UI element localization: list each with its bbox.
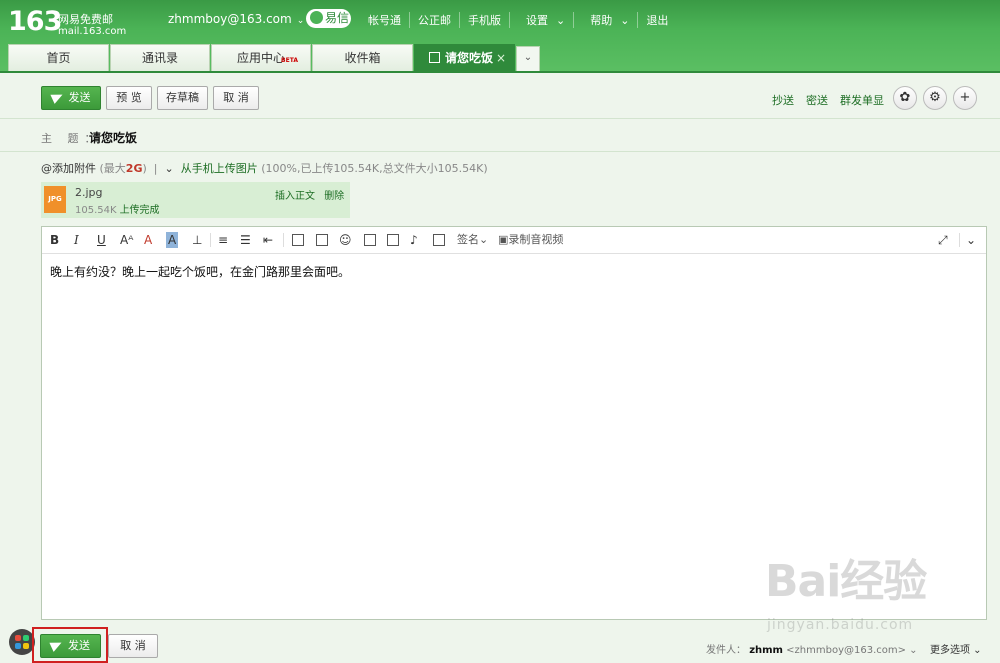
phone-upload-link[interactable]: 从手机上传图片 (181, 162, 258, 175)
insert-inline-link[interactable]: 插入正文 (275, 191, 315, 202)
preview-button[interactable]: 预 览 (106, 86, 152, 110)
sender-selector[interactable]: 发件人： zhmm <zhmmboy@163.com> ⌄ (706, 641, 918, 656)
underline-icon[interactable]: U (97, 232, 106, 248)
tab-app-center[interactable]: 应用中心 BETA (211, 44, 311, 71)
cancel-button[interactable]: 取 消 (213, 86, 259, 110)
file-name: 2.jpg (75, 186, 103, 199)
link-logout[interactable]: 退出 (637, 12, 676, 28)
send-button[interactable]: 发送 (41, 86, 101, 110)
upload-status: (100%,已上传105.54K,总文件大小105.54K) (261, 162, 488, 175)
main-tabs: 首页 通讯录 应用中心 BETA 收件箱 请您吃饭 × ⌄ (8, 44, 540, 72)
save-draft-button[interactable]: 存草稿 (157, 86, 208, 110)
yixin-label: 易信 (325, 11, 350, 25)
align-icon[interactable]: ≡ (218, 232, 228, 248)
tab-compose-active[interactable]: 请您吃饭 × (414, 44, 515, 71)
upload-complete-label: 上传完成 (119, 205, 160, 216)
signature-dropdown[interactable]: 签名⌄ (457, 232, 488, 248)
jpg-file-icon: JPG (44, 186, 66, 213)
divider: | (150, 162, 161, 175)
font-size-icon[interactable]: Aᴬ (120, 232, 133, 248)
calendar-icon[interactable] (387, 234, 399, 246)
add-contact-icon[interactable]: + (953, 86, 977, 110)
file-actions: 插入正文 删除 (275, 187, 350, 202)
editor-toolbar: B I U Aᴬ A A ⊥ ≡ ☰ ⇤ ☺ ♪ 签名⌄ ▣录制音视频 ⤢ ⌄ (42, 227, 986, 254)
logo-domain: mail.163.com (58, 26, 127, 37)
add-attachment-link[interactable]: 添加附件 (52, 162, 96, 175)
header-links: 帐号通 公正邮 手机版 设置 ⌄ 帮助 ⌄ 退出 (360, 12, 676, 28)
delete-attachment-link[interactable]: 删除 (324, 191, 344, 202)
link-notary-mail[interactable]: 公正邮 (409, 12, 459, 28)
toolbar-divider (0, 118, 1000, 119)
microphone-icon[interactable]: ♪ (410, 232, 418, 248)
flower-app-icon[interactable]: ✿ (893, 86, 917, 110)
group-send-link[interactable]: 群发单显 (840, 92, 884, 108)
toolbar-separator (959, 233, 960, 247)
editor-body[interactable]: 晚上有约没？晚上一起吃个饭吧，在金门路那里会面吧。 (42, 254, 986, 289)
header-divider (0, 71, 1000, 73)
chevron-down-icon[interactable]: ⌄ (164, 162, 173, 175)
link-settings[interactable]: 设置 ⌄ (509, 12, 573, 28)
chevron-down-icon: ⌄ (296, 16, 305, 26)
bottom-send-button[interactable]: 发送 (40, 634, 101, 658)
subject-input[interactable]: 请您吃饭 (89, 129, 137, 146)
link-account[interactable]: 帐号通 (360, 12, 409, 28)
paperclip-icon: @ (41, 162, 52, 175)
recipient-options: 抄送 密送 群发单显 (772, 92, 896, 108)
paper-plane-icon (49, 638, 64, 652)
background-color-icon[interactable]: A (166, 232, 179, 248)
logo-number: 163 (8, 6, 62, 37)
screenshot-icon[interactable] (316, 234, 328, 246)
tab-home[interactable]: 首页 (8, 44, 109, 71)
yixin-button[interactable]: 易信 (306, 9, 351, 28)
attachment-item: JPG 2.jpg 105.54K 上传完成 插入正文 删除 (41, 182, 350, 218)
edit-icon (429, 52, 440, 63)
paper-plane-icon (49, 90, 65, 104)
watermark-url: jingyan.baidu.com (767, 617, 914, 633)
collapse-chevron-icon[interactable]: ⌄ (966, 232, 976, 248)
more-options-link[interactable]: 更多选项 ⌄ (930, 641, 982, 656)
logo-name: 网易免费邮 (58, 13, 113, 26)
subject-divider (0, 151, 1000, 152)
max-size: 2G (125, 162, 143, 175)
baidu-watermark: Bai经验 jingyan.baidu.com (765, 545, 927, 633)
table-icon[interactable] (364, 234, 376, 246)
user-account-menu[interactable]: zhmmboy@163.com ⌄ (168, 12, 304, 26)
format-painter-icon[interactable]: ⊥ (192, 232, 202, 248)
link-mobile[interactable]: 手机版 (459, 12, 509, 28)
image-icon[interactable] (292, 234, 304, 246)
expand-icon[interactable]: ⤢ (938, 232, 948, 248)
emoji-icon[interactable]: ☺ (339, 232, 352, 248)
bcc-link[interactable]: 密送 (806, 92, 828, 108)
indent-icon[interactable]: ⇤ (263, 232, 273, 248)
tabs-more-button[interactable]: ⌄ (516, 46, 540, 71)
close-icon[interactable]: × (496, 45, 506, 71)
bold-icon[interactable]: B (50, 232, 59, 248)
watermark-brand: Bai经验 (765, 556, 927, 607)
tab-inbox[interactable]: 收件箱 (312, 44, 413, 71)
attachment-row: @添加附件 (最大2G) | ⌄ 从手机上传图片 (100%,已上传105.54… (41, 162, 488, 175)
cc-link[interactable]: 抄送 (772, 92, 794, 108)
bottom-cancel-button[interactable]: 取 消 (108, 634, 158, 658)
template-icon[interactable] (433, 234, 445, 246)
font-color-icon[interactable]: A (144, 232, 152, 248)
link-help[interactable]: 帮助 ⌄ (573, 12, 637, 28)
italic-icon[interactable]: I (74, 232, 79, 248)
file-size: 105.54K 上传完成 (75, 205, 160, 216)
logo[interactable]: 163 网易免费邮 mail.163.com (8, 6, 126, 37)
toolbar-separator (283, 233, 284, 247)
record-video-button[interactable]: ▣录制音视频 (498, 232, 563, 248)
top-header: 163 网易免费邮 mail.163.com zhmmboy@163.com ⌄ … (0, 0, 1000, 72)
gear-icon[interactable]: ⚙ (923, 86, 947, 110)
tab-contacts[interactable]: 通讯录 (110, 44, 210, 71)
yixin-icon (310, 11, 323, 24)
list-icon[interactable]: ☰ (240, 232, 251, 248)
user-email: zhmmboy@163.com (168, 12, 292, 26)
toolbar-separator (210, 233, 211, 247)
